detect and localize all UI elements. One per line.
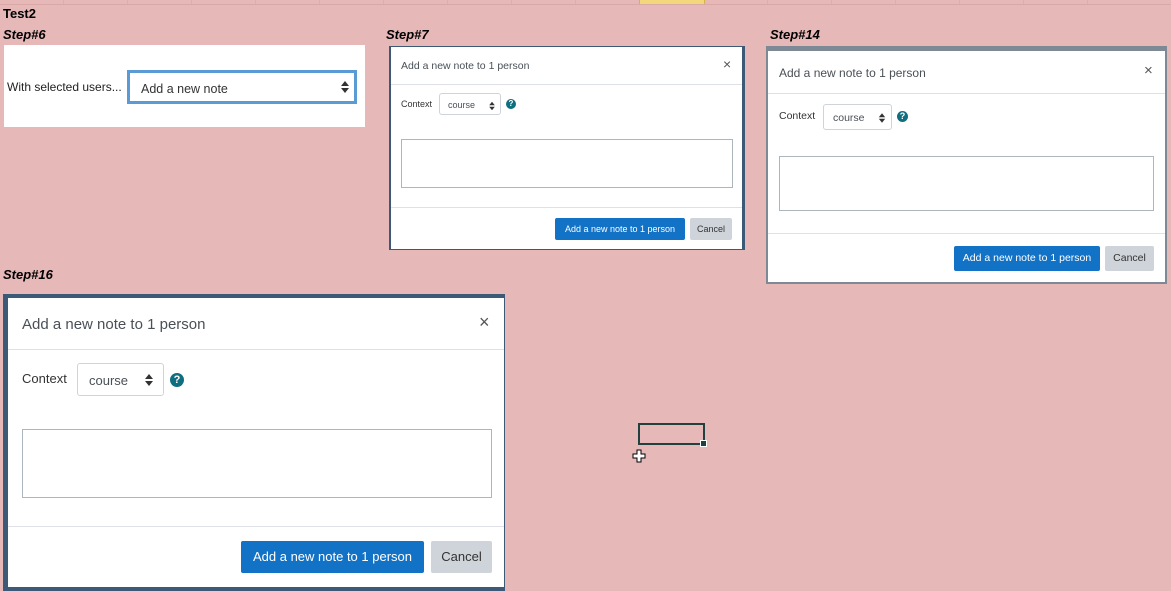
with-selected-users-label: With selected users...: [7, 80, 122, 94]
step-label-7: Step#7: [386, 27, 429, 42]
select-arrows-icon: [145, 374, 153, 386]
help-icon[interactable]: ?: [897, 111, 908, 122]
note-textarea[interactable]: [401, 139, 733, 188]
help-icon[interactable]: ?: [506, 99, 516, 109]
cancel-button[interactable]: Cancel: [690, 218, 732, 240]
cancel-button[interactable]: Cancel: [1105, 246, 1154, 271]
fill-handle[interactable]: [700, 440, 707, 447]
add-note-button[interactable]: Add a new note to 1 person: [555, 218, 685, 240]
note-textarea[interactable]: [22, 429, 492, 498]
context-select[interactable]: course: [439, 93, 501, 115]
cancel-button[interactable]: Cancel: [431, 541, 492, 573]
sheet-title: Test2: [3, 6, 36, 21]
modal-title: Add a new note to 1 person: [401, 60, 530, 72]
context-select-value: course: [833, 112, 865, 124]
modal-header: Add a new note to 1 person ×: [391, 47, 742, 85]
add-note-button[interactable]: Add a new note to 1 person: [954, 246, 1100, 271]
select-arrows-icon: [489, 101, 495, 111]
step6-screenshot: With selected users... Add a new note: [4, 45, 365, 127]
cell-cursor-icon: [632, 449, 646, 463]
modal-header: Add a new note to 1 person ×: [8, 298, 504, 350]
active-cell[interactable]: [638, 423, 707, 447]
step-label-16: Step#16: [3, 267, 53, 282]
context-select[interactable]: course: [77, 363, 164, 396]
select-arrows-icon: [878, 113, 886, 123]
modal-footer: [8, 526, 504, 527]
modal-footer: [391, 207, 742, 208]
bulk-action-select-value: Add a new note: [141, 82, 228, 96]
add-note-button[interactable]: Add a new note to 1 person: [241, 541, 424, 573]
help-icon[interactable]: ?: [170, 373, 184, 387]
context-label: Context: [779, 110, 816, 122]
select-arrows-icon: [341, 81, 349, 93]
step7-modal: Add a new note to 1 person × Context cou…: [391, 47, 742, 249]
context-select-value: course: [89, 373, 129, 388]
note-textarea[interactable]: [779, 156, 1154, 211]
modal-header: Add a new note to 1 person ×: [768, 51, 1165, 94]
modal-footer: [768, 233, 1165, 234]
context-select-value: course: [448, 100, 476, 110]
step14-modal: Add a new note to 1 person × Context cou…: [768, 51, 1165, 282]
close-icon[interactable]: ×: [1144, 62, 1153, 79]
step-label-6: Step#6: [3, 27, 46, 42]
close-icon[interactable]: ×: [479, 312, 490, 333]
context-select[interactable]: course: [823, 104, 892, 130]
step-label-14: Step#14: [770, 27, 820, 42]
spreadsheet-column-strip: [0, 0, 1171, 5]
close-icon[interactable]: ×: [723, 56, 731, 72]
bulk-action-select[interactable]: Add a new note: [127, 70, 357, 104]
modal-title: Add a new note to 1 person: [22, 316, 206, 333]
selected-column-header: [639, 0, 705, 4]
context-label: Context: [401, 99, 433, 109]
modal-title: Add a new note to 1 person: [779, 66, 926, 80]
context-label: Context: [22, 371, 67, 386]
step16-modal: Add a new note to 1 person × Context cou…: [8, 298, 504, 587]
